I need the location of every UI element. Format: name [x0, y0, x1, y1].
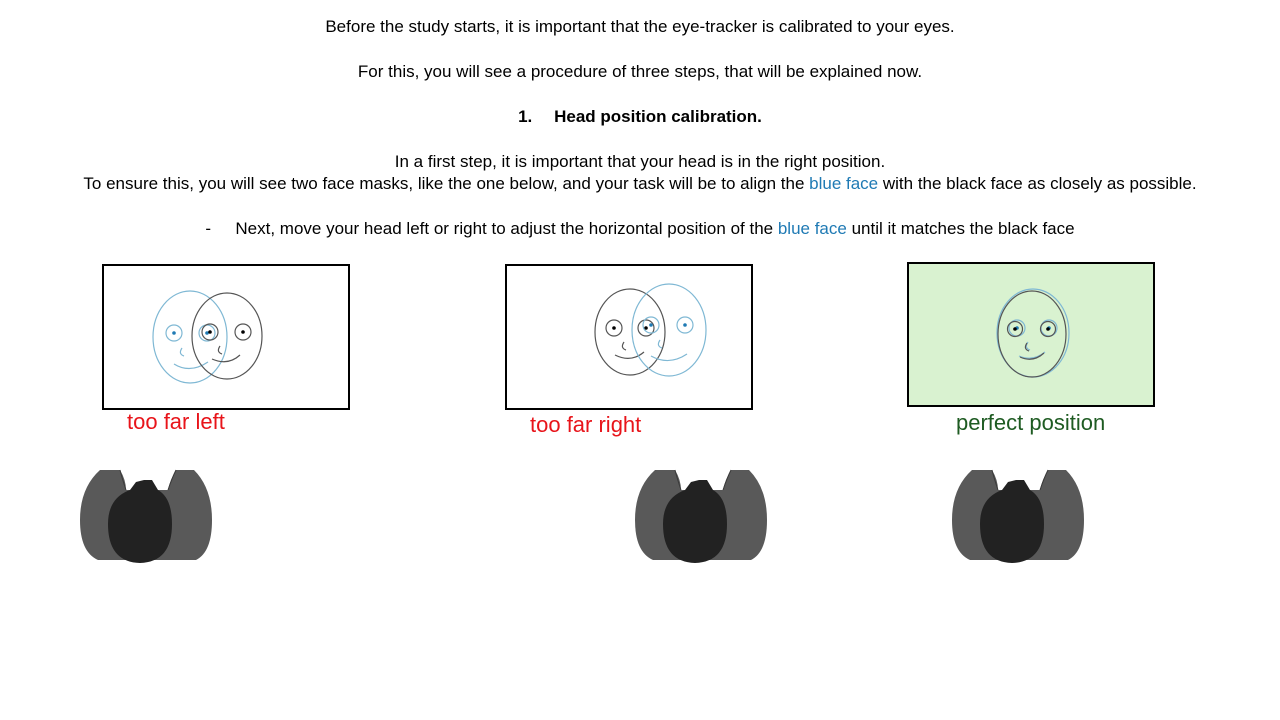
- blue-face: [631, 283, 707, 377]
- step-title: Head position calibration.: [554, 107, 762, 126]
- caption-too-far-left: too far left: [127, 409, 225, 434]
- face-panel-too-far-right: [505, 264, 753, 410]
- face-panel-perfect-position: [907, 262, 1155, 407]
- instruction-text-1: Next, move your head left or right to ad…: [235, 219, 774, 238]
- explanation-text-1: To ensure this, you will see two face ma…: [83, 174, 805, 193]
- blue-face-highlight-2: blue face: [777, 219, 847, 238]
- blue-face-highlight: blue face: [809, 174, 879, 193]
- black-face: [997, 290, 1067, 378]
- caption-too-far-right: too far right: [530, 412, 642, 437]
- person-top-view-icon: [952, 469, 1084, 563]
- face-mask-illustration: [594, 283, 707, 377]
- step-heading: 1. Head position calibration.: [0, 106, 1280, 128]
- instruction-line: - Next, move your head left or right to a…: [0, 218, 1280, 240]
- instruction-text-2: until it matches the black face: [851, 219, 1075, 238]
- person-top-view-icon: [80, 469, 212, 563]
- caption-perfect-position: perfect position: [956, 410, 1106, 435]
- person-top-view-icon: [635, 469, 767, 563]
- face-panel-too-far-left: [102, 264, 350, 410]
- intro-line-2: For this, you will see a procedure of th…: [357, 62, 923, 81]
- explanation-line-2: To ensure this, you will see two face ma…: [0, 173, 1280, 195]
- explanation-text-2: with the black face as closely as possib…: [882, 174, 1197, 193]
- face-mask-illustration: [152, 290, 263, 384]
- explanation-line-1: In a first step, it is important that yo…: [394, 152, 886, 171]
- face-mask-illustration: [996, 288, 1070, 378]
- step-number: 1.: [518, 107, 533, 126]
- intro-line-1: Before the study starts, it is important…: [325, 17, 955, 36]
- bullet-dash: -: [205, 219, 212, 238]
